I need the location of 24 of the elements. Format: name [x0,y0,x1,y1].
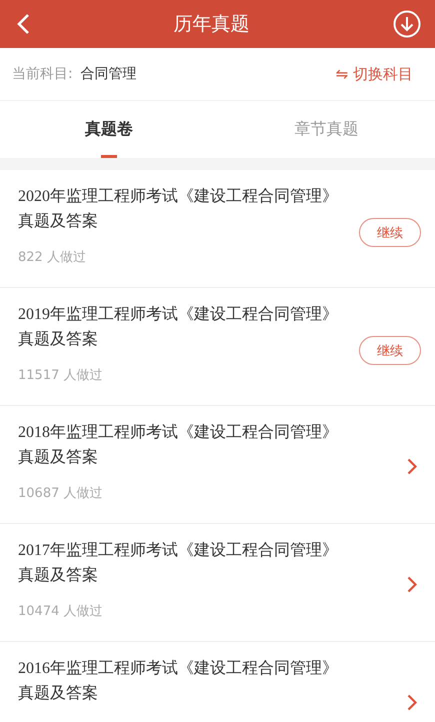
paper-title: 2016年监理工程师考试《建设工程合同管理》真题及答案 [18,658,339,704]
attempt-count: 11517 人做过 [18,367,102,384]
paper-title: 2018年监理工程师考试《建设工程合同管理》真题及答案 [18,422,339,468]
subject-value: 合同管理 [80,65,138,83]
back-button[interactable] [16,13,30,35]
back-icon [16,13,30,35]
chevron-right-icon[interactable] [407,694,417,711]
attempt-count: 10474 人做过 [18,603,102,620]
attempt-count: 822 人做过 [18,249,86,266]
continue-button[interactable]: 继续 [359,336,421,365]
paper-title: 2019年监理工程师考试《建设工程合同管理》真题及答案 [18,304,339,350]
tab[interactable]: 真题卷 [0,101,218,158]
attempt-count: 10687 人做过 [18,485,102,502]
switch-subject-link[interactable]: ⇋ 切换科目 [336,64,413,84]
paper-title: 2020年监理工程师考试《建设工程合同管理》真题及答案 [18,186,339,232]
download-icon [393,10,421,38]
page-title: 历年真题 [174,12,250,37]
chevron-right-icon[interactable] [407,576,417,593]
tab[interactable]: 章节真题 [218,101,435,158]
subject-label: 当前科目: [12,65,73,83]
paper-title: 2017年监理工程师考试《建设工程合同管理》真题及答案 [18,540,339,586]
chevron-right-icon[interactable] [407,458,417,475]
continue-button[interactable]: 继续 [359,218,421,247]
download-button[interactable] [393,10,421,38]
